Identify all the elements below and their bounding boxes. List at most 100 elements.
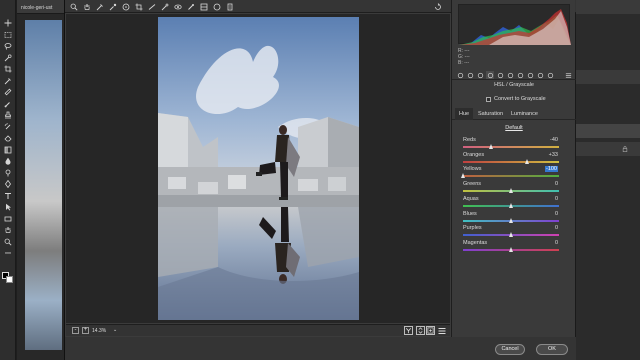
panel-header	[576, 70, 640, 84]
hand-icon[interactable]	[82, 2, 91, 11]
radial-filter-icon[interactable]	[212, 2, 221, 11]
zoom-level[interactable]: 14.3%	[92, 328, 106, 334]
convert-to-grayscale[interactable]: Convert to Grayscale	[486, 96, 546, 102]
slider-thumb[interactable]	[508, 232, 513, 238]
marquee-icon[interactable]	[3, 30, 13, 40]
color-sampler-icon[interactable]	[108, 2, 117, 11]
background-color-swatch[interactable]	[6, 276, 13, 283]
rotate-icon[interactable]	[433, 2, 442, 11]
slider-aquas[interactable]: Aquas 0	[462, 196, 572, 210]
more-icon[interactable]	[3, 248, 13, 258]
zoom-dropdown-caret[interactable]: ⌄	[113, 327, 117, 333]
zoom-in-button[interactable]: +	[82, 327, 89, 334]
slider-thumb[interactable]	[524, 158, 529, 164]
slider-value[interactable]: 0	[555, 181, 558, 187]
slider-thumb[interactable]	[508, 202, 513, 208]
gradient-icon[interactable]	[3, 145, 13, 155]
stamp-icon[interactable]	[3, 110, 13, 120]
snapshots-icon[interactable]	[546, 71, 554, 79]
document-tab[interactable]: nicole-geri-ust	[17, 0, 64, 14]
slider-purples[interactable]: Purples 0	[462, 225, 572, 239]
slider-thumb[interactable]	[508, 188, 513, 194]
straighten-icon[interactable]	[147, 2, 156, 11]
slider-track[interactable]	[463, 146, 559, 148]
slider-yellows[interactable]: Yellows -100	[460, 166, 572, 180]
default-link[interactable]: Default	[452, 125, 576, 131]
zoom-icon[interactable]	[3, 237, 13, 247]
slider-value[interactable]: -100	[544, 166, 558, 173]
slider-reds[interactable]: Reds -40	[462, 137, 572, 151]
rectangle-icon[interactable]	[3, 214, 13, 224]
slider-track[interactable]	[463, 160, 559, 163]
effects-icon[interactable]	[516, 71, 524, 79]
slider-thumb[interactable]	[508, 246, 513, 252]
lasso-icon[interactable]	[3, 41, 13, 51]
slider-label: Oranges	[463, 151, 485, 158]
cancel-button[interactable]: Cancel	[495, 344, 525, 355]
color-swatches[interactable]	[2, 272, 14, 284]
brush-icon[interactable]	[3, 99, 13, 109]
white-balance-icon[interactable]	[95, 2, 104, 11]
photo-image	[158, 17, 359, 320]
slider-value[interactable]: 0	[555, 240, 558, 246]
presets-icon[interactable]	[536, 71, 544, 79]
panel-menu-icon[interactable]	[564, 71, 572, 79]
slider-value[interactable]: -40	[550, 137, 558, 143]
type-icon[interactable]	[3, 191, 13, 201]
slider-magentas[interactable]: Magentas 0	[462, 240, 572, 254]
healing-icon[interactable]	[3, 87, 13, 97]
graduated-filter-icon[interactable]	[199, 2, 208, 11]
pen-icon[interactable]	[3, 179, 13, 189]
slider-value[interactable]: 0	[555, 225, 558, 231]
slider-greens[interactable]: Greens 0	[462, 181, 572, 195]
preview-settings-icon[interactable]	[438, 327, 446, 335]
before-after-y-icon[interactable]	[404, 326, 413, 335]
target-adjust-icon[interactable]	[121, 2, 130, 11]
slider-label: Aquas	[463, 195, 479, 202]
blur-icon[interactable]	[3, 156, 13, 166]
slider-value[interactable]: +33	[549, 152, 558, 158]
red-eye-icon[interactable]	[173, 2, 182, 11]
readout-g-value: ---	[464, 54, 470, 61]
path-select-icon[interactable]	[3, 202, 13, 212]
readout-r-value: ---	[464, 48, 470, 54]
lens-icon[interactable]	[506, 71, 514, 79]
crop-icon[interactable]	[134, 2, 143, 11]
dodge-icon[interactable]	[3, 168, 13, 178]
ok-button[interactable]: OK	[536, 344, 568, 355]
preferences-icon[interactable]	[225, 2, 234, 11]
image-preview[interactable]	[66, 14, 450, 323]
slider-value[interactable]: 0	[555, 196, 558, 202]
split-toning-icon[interactable]	[496, 71, 504, 79]
swap-before-after-icon[interactable]	[416, 326, 425, 335]
hsl-icon[interactable]	[486, 71, 494, 79]
slider-blues[interactable]: Blues 0	[462, 211, 572, 225]
zoom-icon[interactable]	[69, 2, 78, 11]
adjustment-brush-icon[interactable]	[186, 2, 195, 11]
zoom-out-button[interactable]: -	[72, 327, 79, 334]
quick-select-icon[interactable]	[3, 53, 13, 63]
calibration-icon[interactable]	[526, 71, 534, 79]
tab-saturation[interactable]: Saturation	[474, 108, 507, 120]
crop-icon[interactable]	[3, 64, 13, 74]
slider-thumb[interactable]	[489, 144, 494, 149]
history-brush-icon[interactable]	[3, 122, 13, 132]
detail-icon[interactable]	[476, 71, 484, 79]
tab-luminance[interactable]: Luminance	[507, 108, 542, 120]
hand-icon[interactable]	[3, 225, 13, 235]
slider-thumb[interactable]	[460, 173, 465, 179]
slider-oranges[interactable]: Oranges +33	[462, 152, 572, 166]
spot-removal-icon[interactable]	[160, 2, 169, 11]
move-icon[interactable]	[3, 18, 13, 28]
slider-track[interactable]	[463, 175, 559, 178]
photo-preview[interactable]	[158, 17, 359, 320]
basic-panel-icon[interactable]	[456, 71, 464, 79]
slider-thumb[interactable]	[508, 217, 513, 223]
tone-curve-icon[interactable]	[466, 71, 474, 79]
slider-value[interactable]: 0	[555, 211, 558, 217]
eyedropper-icon[interactable]	[3, 76, 13, 86]
eraser-icon[interactable]	[3, 133, 13, 143]
copy-settings-icon[interactable]	[426, 326, 435, 335]
convert-to-grayscale-checkbox[interactable]	[486, 96, 491, 102]
tab-hue[interactable]: Hue	[455, 108, 474, 120]
